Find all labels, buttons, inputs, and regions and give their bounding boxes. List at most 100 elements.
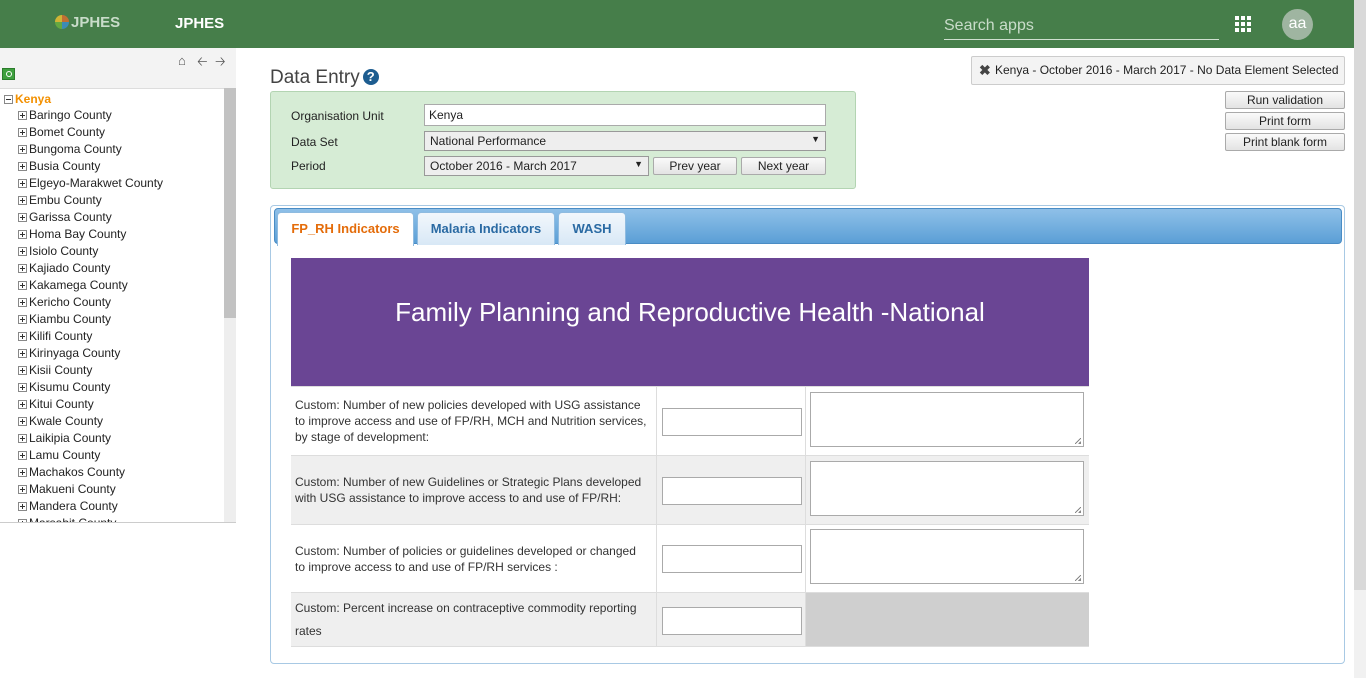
tree-item[interactable]: Kakamega County [18, 277, 163, 294]
tree-item[interactable]: Isiolo County [18, 243, 163, 260]
search-apps-input[interactable] [944, 12, 1219, 40]
run-validation-button[interactable]: Run validation [1225, 91, 1345, 109]
tree-item[interactable]: Kirinyaga County [18, 345, 163, 362]
jphes-logo[interactable]: JPHES [55, 14, 120, 31]
tree-item-label[interactable]: Kericho County [29, 295, 111, 309]
tree-item[interactable]: Kwale County [18, 413, 163, 430]
resize-handle-icon[interactable] [1075, 507, 1081, 513]
tree-item-label[interactable]: Elgeyo-Marakwet County [29, 176, 163, 190]
expand-icon[interactable] [18, 400, 27, 409]
expand-icon[interactable] [18, 332, 27, 341]
expand-icon[interactable] [18, 434, 27, 443]
tree-item-label[interactable]: Machakos County [29, 465, 125, 479]
tree-item[interactable]: Lamu County [18, 447, 163, 464]
indicator-value-input[interactable] [662, 607, 802, 635]
resize-handle-icon[interactable] [1075, 438, 1081, 444]
tree-item[interactable]: Busia County [18, 158, 163, 175]
help-icon[interactable]: ? [362, 69, 379, 85]
app-title[interactable]: JPHES [175, 15, 224, 32]
resize-handle-icon[interactable] [1075, 575, 1081, 581]
tree-item-label[interactable]: Homa Bay County [29, 227, 126, 241]
expand-icon[interactable] [18, 145, 27, 154]
print-form-button[interactable]: Print form [1225, 112, 1345, 130]
expand-icon[interactable] [18, 315, 27, 324]
comment-textarea[interactable] [810, 461, 1084, 516]
close-icon[interactable]: ✖ [979, 57, 991, 84]
tree-item-label[interactable]: Kirinyaga County [29, 346, 120, 360]
expand-icon[interactable] [18, 298, 27, 307]
tree-item-label[interactable]: Lamu County [29, 448, 100, 462]
tree-search-icon[interactable] [2, 68, 15, 80]
expand-icon[interactable] [18, 383, 27, 392]
tree-item[interactable]: Kisii County [18, 362, 163, 379]
expand-icon[interactable] [18, 468, 27, 477]
tree-item[interactable]: Homa Bay County [18, 226, 163, 243]
prev-year-button[interactable]: Prev year [653, 157, 737, 175]
tree-item-label[interactable]: Kiambu County [29, 312, 111, 326]
tree-item[interactable]: Kitui County [18, 396, 163, 413]
tree-item-label[interactable]: Kisumu County [29, 380, 110, 394]
tree-item[interactable]: Laikipia County [18, 430, 163, 447]
tree-item-label[interactable]: Mandera County [29, 499, 118, 513]
tree-root-kenya[interactable]: Kenya [4, 92, 51, 106]
expand-icon[interactable] [18, 230, 27, 239]
indicator-value-input[interactable] [662, 408, 802, 436]
tree-item[interactable]: Makueni County [18, 481, 163, 498]
tree-item[interactable]: Mandera County [18, 498, 163, 515]
expand-icon[interactable] [18, 281, 27, 290]
tree-item[interactable]: Bomet County [18, 124, 163, 141]
tree-item[interactable]: Kilifi County [18, 328, 163, 345]
tree-item[interactable]: Kisumu County [18, 379, 163, 396]
collapse-icon[interactable] [4, 95, 13, 104]
tree-item[interactable]: Kiambu County [18, 311, 163, 328]
expand-icon[interactable] [18, 213, 27, 222]
tree-item[interactable]: Kericho County [18, 294, 163, 311]
tree-item-label[interactable]: Baringo County [29, 108, 112, 122]
comment-textarea[interactable] [810, 529, 1084, 584]
tree-item-label[interactable]: Kilifi County [29, 329, 92, 343]
tree-item-label[interactable]: Kakamega County [29, 278, 128, 292]
tree-item[interactable]: Garissa County [18, 209, 163, 226]
tab-fp-rh-indicators[interactable]: FP_RH Indicators [277, 212, 414, 246]
expand-icon[interactable] [18, 502, 27, 511]
tree-item-label[interactable]: Kwale County [29, 414, 103, 428]
print-blank-form-button[interactable]: Print blank form [1225, 133, 1345, 151]
tree-item-label[interactable]: Isiolo County [29, 244, 98, 258]
forward-arrow-icon[interactable]: 🡢 [215, 53, 226, 75]
comment-textarea[interactable] [810, 392, 1084, 447]
next-year-button[interactable]: Next year [741, 157, 826, 175]
expand-icon[interactable] [18, 485, 27, 494]
expand-icon[interactable] [18, 196, 27, 205]
expand-icon[interactable] [18, 349, 27, 358]
tree-item-label[interactable]: Makueni County [29, 482, 116, 496]
home-icon[interactable]: ⌂ [178, 53, 186, 68]
tab-malaria-indicators[interactable]: Malaria Indicators [417, 212, 555, 245]
tree-item-label[interactable]: Kisii County [29, 363, 92, 377]
expand-icon[interactable] [18, 264, 27, 273]
expand-icon[interactable] [18, 128, 27, 137]
expand-icon[interactable] [18, 451, 27, 460]
page-scrollbar-thumb[interactable] [1354, 0, 1366, 590]
expand-icon[interactable] [18, 247, 27, 256]
tree-item[interactable]: Bungoma County [18, 141, 163, 158]
tree-item[interactable]: Baringo County [18, 107, 163, 124]
expand-icon[interactable] [18, 111, 27, 120]
tree-item-label[interactable]: Busia County [29, 159, 100, 173]
expand-icon[interactable] [18, 179, 27, 188]
tree-item[interactable]: Embu County [18, 192, 163, 209]
tree-item-label[interactable]: Kitui County [29, 397, 94, 411]
expand-icon[interactable] [18, 417, 27, 426]
period-select[interactable]: October 2016 - March 2017 ▼ [424, 156, 649, 176]
tree-item-label[interactable]: Bomet County [29, 125, 105, 139]
expand-icon[interactable] [18, 162, 27, 171]
dataset-select[interactable]: National Performance ▼ [424, 131, 826, 151]
org-unit-field[interactable]: Kenya [424, 104, 826, 126]
tree-item-label[interactable]: Kajiado County [29, 261, 110, 275]
tab-wash[interactable]: WASH [558, 212, 626, 245]
tree-scrollbar[interactable] [224, 88, 236, 522]
indicator-value-input[interactable] [662, 477, 802, 505]
indicator-value-input[interactable] [662, 545, 802, 573]
back-arrow-icon[interactable]: 🡠 [197, 53, 208, 75]
expand-icon[interactable] [18, 366, 27, 375]
apps-menu-icon[interactable] [1235, 16, 1251, 32]
